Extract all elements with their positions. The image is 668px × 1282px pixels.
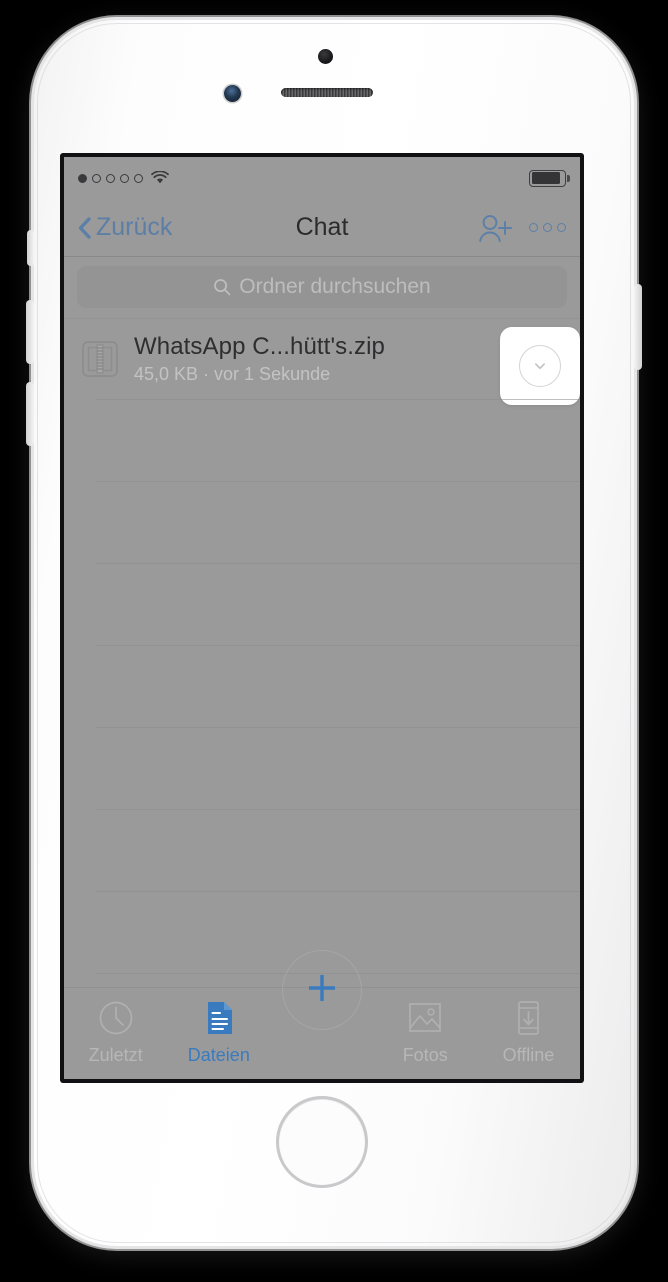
tab-bar: Zuletzt Dateien Fotos Offline [64,950,580,1079]
more-options-icon[interactable] [529,223,566,232]
tab-fotos[interactable]: Fotos [374,988,477,1066]
wifi-icon [151,170,169,185]
download-action-button[interactable] [500,327,580,405]
list-item-empty [64,482,580,564]
back-button[interactable]: Zurück [78,213,172,242]
screenshot-stage: Zurück Chat Ordner durchsuchen WhatsApp … [0,0,668,1282]
file-meta: 45,0 KB · vor 1 Sekunde [134,364,331,384]
list-item-empty [64,728,580,810]
search-icon [213,278,231,296]
power-button[interactable] [634,284,642,370]
nav-bar-actions [477,213,566,243]
navigation-bar: Zurück Chat [64,199,580,257]
list-item-empty [64,564,580,646]
plus-icon [302,968,342,1013]
tab-offline[interactable]: Offline [477,988,580,1066]
add-button[interactable] [282,950,362,1030]
earpiece-speaker-icon [281,88,373,97]
device-download-icon [508,997,548,1039]
phone-screen: Zurück Chat Ordner durchsuchen WhatsApp … [64,157,580,1079]
tab-dateien[interactable]: Dateien [167,988,270,1066]
back-button-label: Zurück [96,213,173,241]
document-icon [199,997,239,1039]
search-placeholder: Ordner durchsuchen [239,275,431,298]
chevron-left-icon [78,216,91,239]
tab-zuletzt[interactable]: Zuletzt [64,988,167,1066]
signal-strength-icon [78,173,143,183]
list-item-empty [64,646,580,728]
file-name: WhatsApp C...hütt's.zip [134,333,385,360]
zip-file-icon [80,337,120,381]
volume-down-button[interactable] [26,382,34,446]
add-user-icon[interactable] [477,213,513,243]
photo-icon [405,997,445,1039]
proximity-sensor-icon [224,85,241,102]
tab-label: Dateien [187,1045,250,1065]
volume-up-button[interactable] [26,300,34,364]
clock-icon [96,997,136,1039]
front-camera-icon [318,49,333,64]
home-button[interactable] [276,1096,368,1188]
file-list: WhatsApp C...hütt's.zip 45,0 KB · vor 1 … [64,318,580,987]
tab-label: Zuletzt [88,1045,143,1065]
status-bar [64,157,580,199]
list-item-empty [64,810,580,892]
tab-label: Fotos [402,1045,448,1065]
battery-icon [529,169,570,187]
chevron-down-circle-icon [519,345,561,387]
list-item-empty [64,400,580,482]
tab-label: Offline [502,1045,555,1065]
silent-switch[interactable] [27,230,34,266]
search-input[interactable]: Ordner durchsuchen [77,266,567,308]
list-item[interactable]: WhatsApp C...hütt's.zip 45,0 KB · vor 1 … [64,318,580,405]
search-bar-container: Ordner durchsuchen [64,257,580,318]
file-texts: WhatsApp C...hütt's.zip 45,0 KB · vor 1 … [134,333,385,385]
